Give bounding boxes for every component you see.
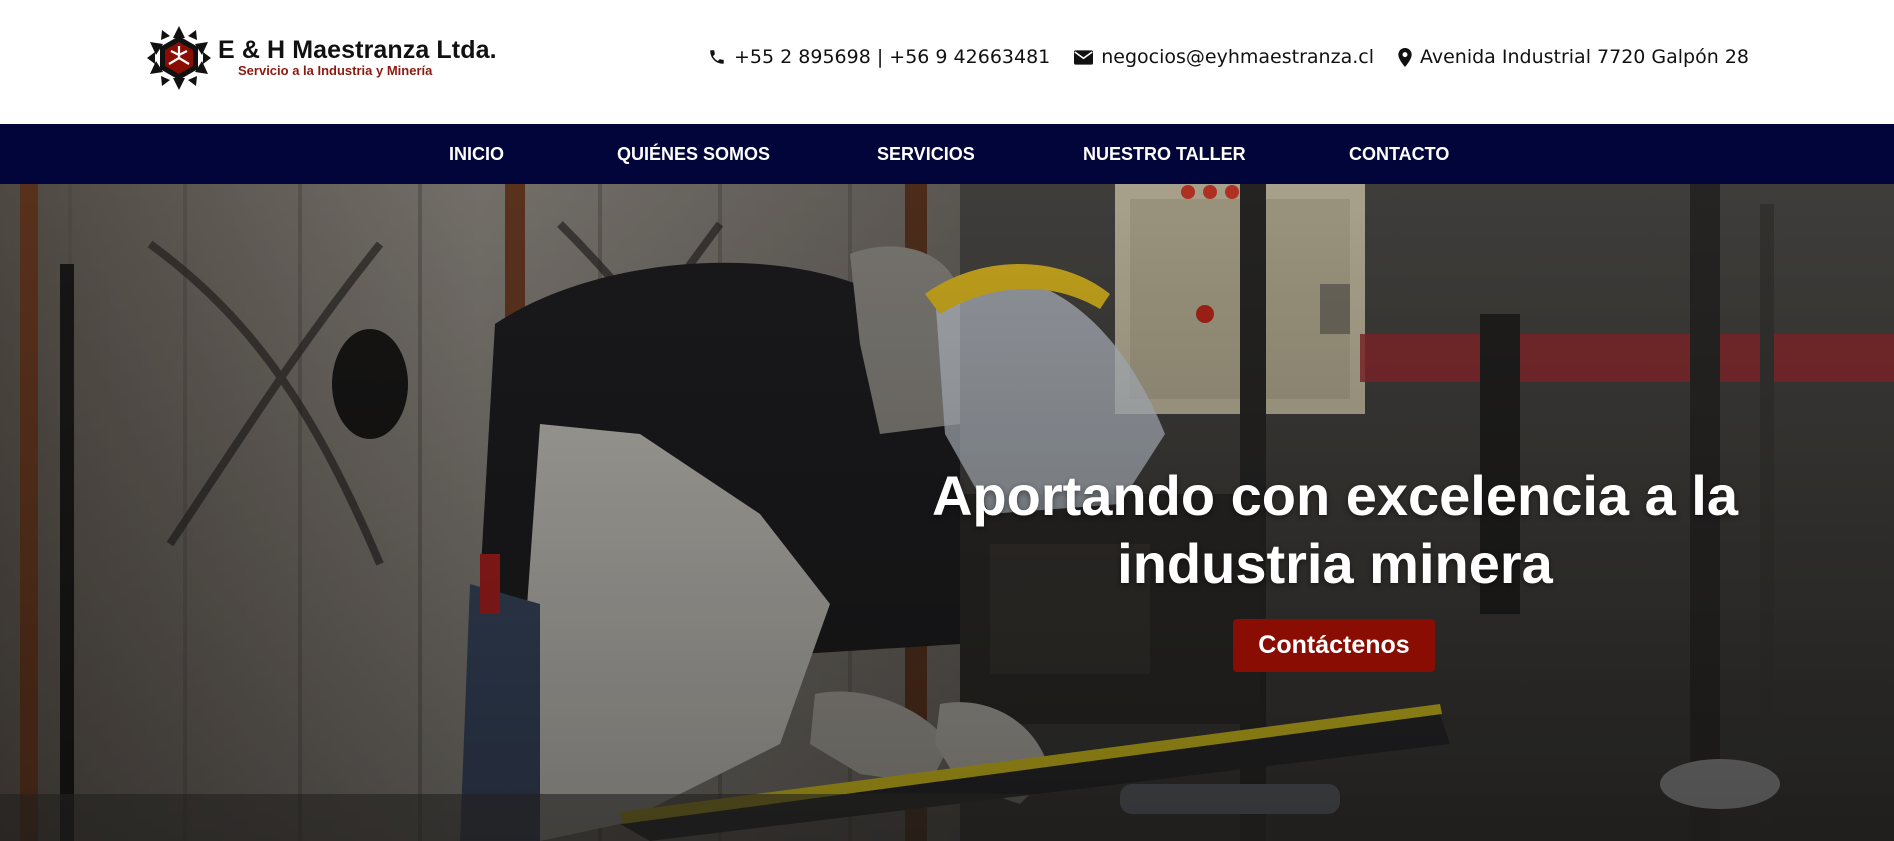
phone-icon <box>710 50 724 64</box>
contact-email[interactable]: negocios@eyhmaestranza.cl <box>1074 46 1374 68</box>
street-address: Avenida Industrial 7720 Galpón 28 <box>1419 46 1749 68</box>
contact-phone[interactable]: +55 2 895698 | +56 9 42663481 <box>708 46 1050 68</box>
nav-item-nuestro-taller[interactable]: NUESTRO TALLER <box>1083 144 1246 165</box>
nav-item-inicio[interactable]: INICIO <box>449 144 504 165</box>
nav-item-contacto[interactable]: CONTACTO <box>1349 144 1449 165</box>
contact-bar: +55 2 895698 | +56 9 42663481 negocios@e… <box>708 46 1749 68</box>
brand-name: E & H Maestranza Ltda. <box>218 36 497 64</box>
nav-item-servicios[interactable]: SERVICIOS <box>877 144 975 165</box>
site-header: E & H Maestranza Ltda. Servicio a la Ind… <box>0 0 1894 124</box>
brand-tagline: Servicio a la Industria y Minería <box>238 63 433 78</box>
map-pin-icon <box>1398 47 1412 67</box>
contact-address[interactable]: Avenida Industrial 7720 Galpón 28 <box>1398 46 1749 68</box>
contact-cta-button[interactable]: Contáctenos <box>1233 619 1435 672</box>
main-nav: INICIO QUIÉNES SOMOS SERVICIOS NUESTRO T… <box>0 124 1894 184</box>
email-address: negocios@eyhmaestranza.cl <box>1101 46 1374 68</box>
phone-numbers: +55 2 895698 | +56 9 42663481 <box>734 46 1051 68</box>
hexagon-star-logo-icon <box>147 26 211 90</box>
envelope-icon <box>1074 49 1094 65</box>
hero-banner: Aportando con excelencia a la industria … <box>0 184 1894 841</box>
nav-item-quienes-somos[interactable]: QUIÉNES SOMOS <box>617 144 770 165</box>
hero-title: Aportando con excelencia a la industria … <box>931 464 1739 595</box>
brand-logo[interactable]: E & H Maestranza Ltda. Servicio a la Ind… <box>145 24 497 92</box>
